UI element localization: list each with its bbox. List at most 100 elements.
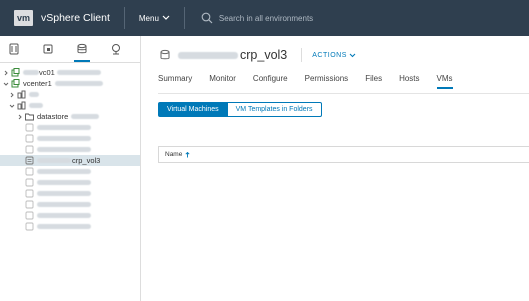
redacted-text xyxy=(178,51,238,59)
redacted-text xyxy=(37,125,91,130)
tree-item-label: vc01 xyxy=(39,68,55,77)
hosts-clusters-icon xyxy=(9,43,19,55)
tree-item-datastore[interactable] xyxy=(0,144,140,155)
tree-item-datacenter[interactable] xyxy=(0,89,140,100)
datastore-icon xyxy=(24,189,34,198)
chevron-down-icon xyxy=(162,15,170,20)
inventory-tree: vc01 vcenter1 datastore crp_vol3 xyxy=(0,63,140,232)
datastore-icon xyxy=(24,211,34,220)
tree-item-datastore[interactable] xyxy=(0,177,140,188)
tab-permissions[interactable]: Permissions xyxy=(305,74,349,89)
storage-tab[interactable] xyxy=(74,42,90,62)
app-title[interactable]: vSphere Client xyxy=(41,12,110,24)
header-divider xyxy=(123,7,125,29)
tabs-divider xyxy=(158,93,529,94)
tab-summary[interactable]: Summary xyxy=(158,74,192,89)
actions-menu-button[interactable]: ACTIONS xyxy=(301,48,356,62)
tree-item-datastore[interactable] xyxy=(0,188,140,199)
chevron-right-icon[interactable] xyxy=(2,69,10,77)
folder-icon xyxy=(24,112,34,121)
datacenter-icon xyxy=(16,90,26,99)
sort-ascending-icon[interactable] xyxy=(185,151,190,158)
menu-button[interactable]: Menu xyxy=(139,14,170,23)
tab-files[interactable]: Files xyxy=(365,74,382,89)
tree-item-datastore[interactable] xyxy=(0,133,140,144)
vms-templates-icon xyxy=(43,44,53,54)
redacted-text xyxy=(37,202,91,207)
redacted-text xyxy=(37,180,91,185)
actions-label: ACTIONS xyxy=(312,51,347,59)
main-content: crp_vol3 ACTIONS Summary Monitor Configu… xyxy=(142,36,529,301)
redacted-text xyxy=(29,92,39,97)
global-search[interactable]: Search in all environments xyxy=(201,12,313,24)
tree-item-datastore[interactable] xyxy=(0,122,140,133)
datacenter-icon xyxy=(16,101,26,110)
datastore-icon xyxy=(24,200,34,209)
tab-configure[interactable]: Configure xyxy=(253,74,288,89)
redacted-text xyxy=(54,81,103,86)
object-header: crp_vol3 ACTIONS xyxy=(158,48,356,62)
vcenter-icon xyxy=(10,79,20,88)
redacted-text xyxy=(23,70,39,75)
redacted-text xyxy=(37,213,91,218)
redacted-text xyxy=(37,169,91,174)
tree-item-datastore[interactable] xyxy=(0,221,140,232)
vmware-logo[interactable]: vm xyxy=(14,10,33,26)
redacted-text xyxy=(37,158,71,163)
vm-templates-button[interactable]: VM Templates in Folders xyxy=(227,102,322,117)
tree-item-label: vcenter1 xyxy=(23,79,52,88)
datastore-icon xyxy=(24,178,34,187)
datastore-icon xyxy=(24,134,34,143)
redacted-text xyxy=(29,103,43,108)
grid-header-name[interactable]: Name xyxy=(159,147,529,163)
tree-item-datastore[interactable] xyxy=(0,166,140,177)
vm-grid: Name xyxy=(158,146,529,163)
tab-monitor[interactable]: Monitor xyxy=(209,74,236,89)
virtual-machines-button[interactable]: Virtual Machines xyxy=(158,102,228,117)
vm-view-toggle: Virtual Machines VM Templates in Folders xyxy=(158,102,322,117)
redacted-text xyxy=(37,224,91,229)
redacted-text xyxy=(56,70,101,75)
chevron-right-icon[interactable] xyxy=(16,113,24,121)
networking-icon xyxy=(112,44,120,55)
navigator-view-tabs xyxy=(0,36,140,62)
hosts-clusters-tab[interactable] xyxy=(8,42,20,56)
chevron-down-icon[interactable] xyxy=(2,80,10,88)
vcenter-icon xyxy=(10,68,20,77)
datastore-icon xyxy=(24,167,34,176)
datastore-icon xyxy=(24,145,34,154)
tree-item-vcenter1[interactable]: vcenter1 xyxy=(0,78,140,89)
inventory-navigator: vc01 vcenter1 datastore crp_vol3 xyxy=(0,36,141,301)
redacted-text xyxy=(37,191,91,196)
search-placeholder: Search in all environments xyxy=(218,13,314,23)
datastore-icon xyxy=(158,48,172,62)
chevron-down-icon xyxy=(349,53,356,57)
tree-item-datastore[interactable] xyxy=(0,210,140,221)
menu-label: Menu xyxy=(138,13,159,23)
tree-item-label: datastore xyxy=(37,112,69,121)
column-label: Name xyxy=(165,151,183,158)
tree-item-label: crp_vol3 xyxy=(72,156,101,165)
networking-tab[interactable] xyxy=(110,42,122,56)
redacted-text xyxy=(37,136,91,141)
tree-item-datacenter[interactable] xyxy=(0,100,140,111)
redacted-text xyxy=(71,114,100,119)
vms-templates-tab[interactable] xyxy=(42,42,54,56)
tree-item-datastore[interactable] xyxy=(0,199,140,210)
top-header: vm vSphere Client Menu Search in all env… xyxy=(0,0,529,36)
chevron-down-icon[interactable] xyxy=(8,102,16,110)
datastore-icon xyxy=(24,222,34,231)
search-icon xyxy=(201,12,213,24)
tree-item-vc01[interactable]: vc01 xyxy=(0,67,140,78)
object-tabs: Summary Monitor Configure Permissions Fi… xyxy=(158,74,470,89)
tab-hosts[interactable]: Hosts xyxy=(399,74,419,89)
tree-item-datastore-folder[interactable]: datastore xyxy=(0,111,140,122)
header-divider xyxy=(183,7,185,29)
datastore-icon xyxy=(24,156,34,165)
tab-vms[interactable]: VMs xyxy=(436,74,453,89)
datastore-icon xyxy=(24,123,34,132)
chevron-right-icon[interactable] xyxy=(8,91,16,99)
tree-item-datastore-selected[interactable]: crp_vol3 xyxy=(0,155,140,166)
storage-icon xyxy=(77,43,87,54)
redacted-text xyxy=(37,147,91,152)
